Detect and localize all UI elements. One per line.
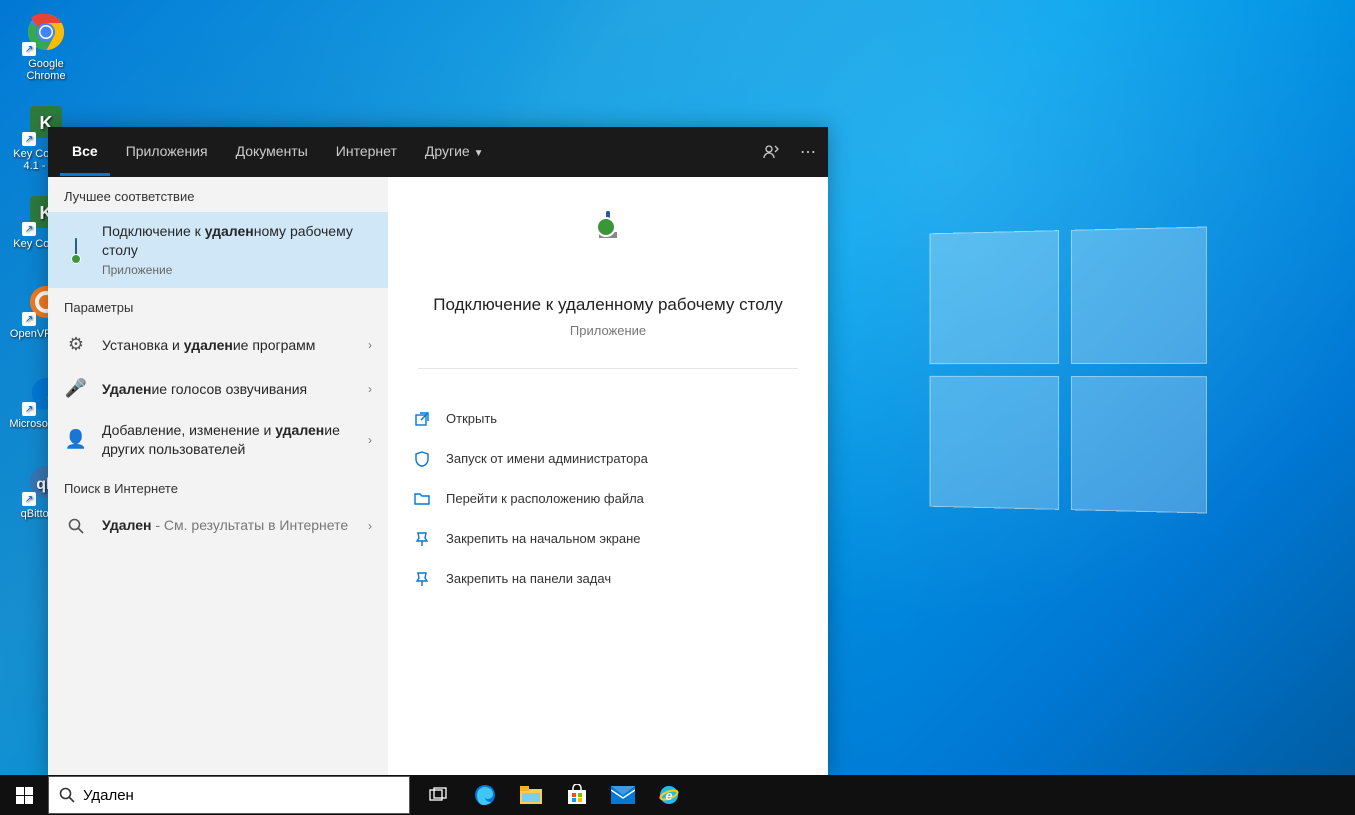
result-remove-voices[interactable]: 🎤 Удаление голосов озвучивания › xyxy=(48,367,388,411)
tab-other[interactable]: Другие ▼ xyxy=(413,129,496,176)
folder-icon xyxy=(412,489,432,509)
task-view-icon[interactable] xyxy=(416,775,462,815)
chevron-right-icon: › xyxy=(368,338,372,352)
action-file-location[interactable]: Перейти к расположению файла xyxy=(406,479,810,519)
chevron-right-icon: › xyxy=(368,382,372,396)
action-pin-start[interactable]: Закрепить на начальном экране xyxy=(406,519,810,559)
preview-sub: Приложение xyxy=(418,323,798,338)
pin-icon xyxy=(412,569,432,589)
action-open[interactable]: Открыть xyxy=(406,399,810,439)
result-uninstall-programs[interactable]: ⚙ Установка и удаление программ › xyxy=(48,323,388,367)
search-panel: Все Приложения Документы Интернет Другие… xyxy=(48,127,828,775)
taskbar-mail-icon[interactable] xyxy=(600,775,646,815)
windows-logo xyxy=(930,227,1207,514)
search-icon xyxy=(59,787,75,803)
rdp-icon xyxy=(64,238,88,262)
tab-all[interactable]: Все xyxy=(60,129,110,176)
search-input[interactable] xyxy=(83,787,399,804)
chevron-down-icon: ▼ xyxy=(474,148,484,159)
preview-title: Подключение к удаленному рабочему столу xyxy=(418,293,798,317)
search-icon xyxy=(64,514,88,538)
section-best-match: Лучшее соответствие xyxy=(48,177,388,212)
taskbar-edge-icon[interactable] xyxy=(462,775,508,815)
feedback-icon[interactable] xyxy=(762,143,780,161)
section-settings: Параметры xyxy=(48,288,388,323)
action-run-admin[interactable]: Запуск от имени администратора xyxy=(406,439,810,479)
person-icon: 👤 xyxy=(64,428,88,452)
taskbar-explorer-icon[interactable] xyxy=(508,775,554,815)
more-icon[interactable]: ⋯ xyxy=(800,142,816,162)
taskbar-search-box[interactable] xyxy=(48,776,410,814)
tab-apps[interactable]: Приложения xyxy=(114,129,220,176)
result-web-search[interactable]: Удален - См. результаты в Интернете › xyxy=(48,504,388,548)
desktop-icon-chrome[interactable]: Google Chrome xyxy=(8,8,84,88)
taskbar: e xyxy=(0,775,1355,815)
preview-app-icon xyxy=(578,213,638,273)
svg-text:e: e xyxy=(665,788,672,803)
preview-pane: Подключение к удаленному рабочему столу … xyxy=(388,177,828,775)
mic-icon: 🎤 xyxy=(64,377,88,401)
taskbar-ie-icon[interactable]: e xyxy=(646,775,692,815)
icon-label: Google Chrome xyxy=(8,58,84,82)
gear-icon: ⚙ xyxy=(64,333,88,357)
pin-icon xyxy=(412,529,432,549)
results-list: Лучшее соответствие Подключение к удален… xyxy=(48,177,388,775)
tab-docs[interactable]: Документы xyxy=(224,129,320,176)
start-button[interactable] xyxy=(0,775,48,815)
chevron-right-icon: › xyxy=(368,519,372,533)
tab-internet[interactable]: Интернет xyxy=(324,129,409,176)
open-icon xyxy=(412,409,432,429)
result-manage-users[interactable]: 👤 Добавление, изменение и удаление други… xyxy=(48,411,388,469)
chevron-right-icon: › xyxy=(368,433,372,447)
search-header: Все Приложения Документы Интернет Другие… xyxy=(48,127,828,177)
result-text: Подключение к удаленному рабочему столу … xyxy=(102,222,372,278)
shield-icon xyxy=(412,449,432,469)
section-web: Поиск в Интернете xyxy=(48,469,388,504)
taskbar-store-icon[interactable] xyxy=(554,775,600,815)
result-remote-desktop[interactable]: Подключение к удаленному рабочему столу … xyxy=(48,212,388,288)
action-pin-taskbar[interactable]: Закрепить на панели задач xyxy=(406,559,810,599)
